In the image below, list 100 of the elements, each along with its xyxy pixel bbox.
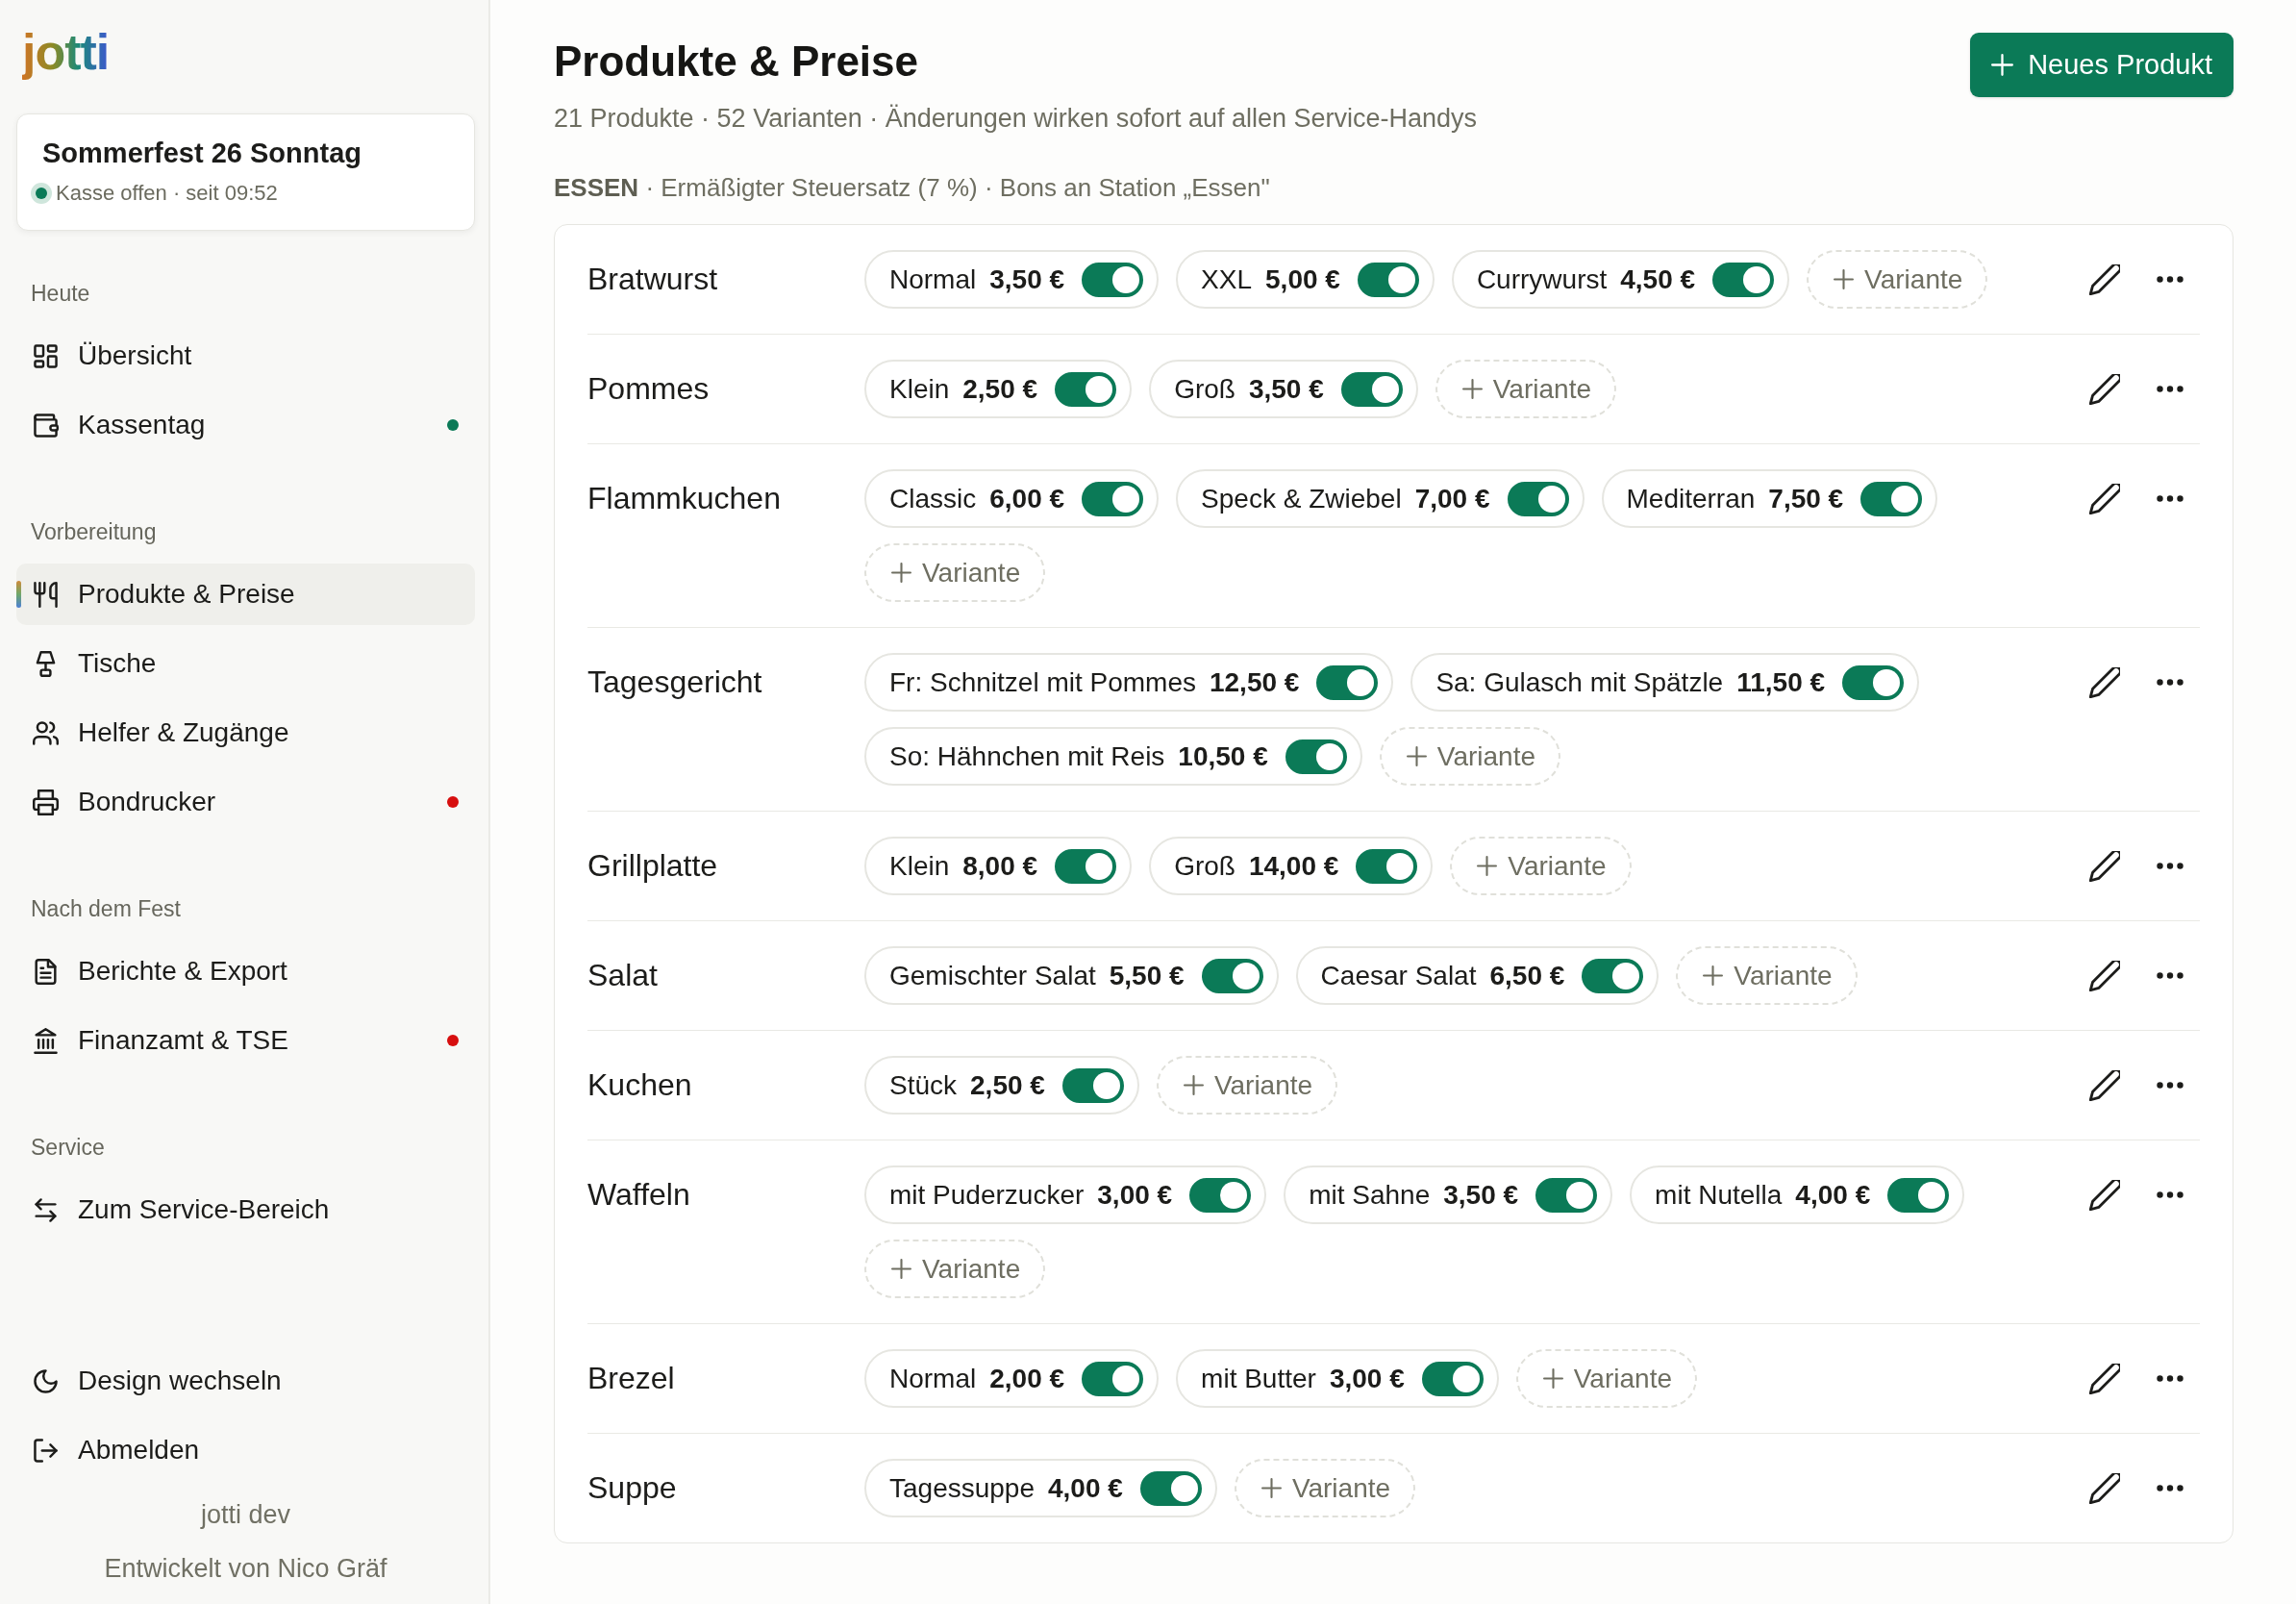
add-variant-button[interactable]: Variante bbox=[1379, 727, 1560, 786]
toggle-switch[interactable] bbox=[1082, 1361, 1144, 1396]
toggle-switch[interactable] bbox=[1061, 1067, 1124, 1103]
pencil-icon[interactable] bbox=[2089, 1069, 2120, 1101]
nav-item[interactable]: Übersicht bbox=[16, 325, 475, 387]
toggle-switch[interactable] bbox=[1860, 481, 1923, 516]
dashboard-icon bbox=[33, 342, 59, 369]
toggle-switch[interactable] bbox=[1712, 262, 1775, 297]
pencil-icon[interactable] bbox=[2089, 1179, 2120, 1211]
nav-item[interactable]: Tische bbox=[16, 633, 475, 694]
variant-name: Currywurst bbox=[1476, 263, 1608, 295]
toggle-switch[interactable] bbox=[1357, 262, 1419, 297]
add-variant-button[interactable]: Variante bbox=[1676, 946, 1858, 1005]
add-variant-button[interactable]: Variante bbox=[1156, 1056, 1338, 1115]
variant-name: Normal bbox=[889, 263, 977, 295]
variant-price: 2,50 € bbox=[962, 373, 1038, 405]
wallet-icon bbox=[33, 412, 59, 439]
variant-name: So: Hähnchen mit Reis bbox=[889, 740, 1165, 772]
fork-knife-icon bbox=[33, 581, 59, 608]
moon-icon bbox=[33, 1367, 59, 1394]
document-icon bbox=[33, 958, 59, 985]
more-icon[interactable] bbox=[2157, 386, 2184, 392]
toggle-switch[interactable] bbox=[1535, 1177, 1598, 1213]
variant-name: Groß bbox=[1174, 373, 1235, 405]
plus-icon bbox=[1542, 1368, 1563, 1389]
variant-name: Stück bbox=[889, 1069, 958, 1101]
page-subtitle: 21 Produkte · 52 Varianten · Änderungen wirken sofort auf allen Service-Handys bbox=[554, 103, 1478, 135]
toggle-switch[interactable] bbox=[1356, 848, 1418, 884]
nav-item[interactable]: Berichte & Export bbox=[16, 940, 475, 1002]
nav-item[interactable]: Design wechseln bbox=[16, 1350, 475, 1412]
toggle-switch[interactable] bbox=[1507, 481, 1569, 516]
toggle-switch[interactable] bbox=[1082, 262, 1144, 297]
pencil-icon[interactable] bbox=[2089, 1472, 2120, 1504]
toggle-switch[interactable] bbox=[1189, 1177, 1252, 1213]
pencil-icon[interactable] bbox=[2089, 960, 2120, 991]
more-icon[interactable] bbox=[2157, 276, 2184, 283]
printer-icon bbox=[33, 789, 59, 815]
variant-name: mit Puderzucker bbox=[889, 1179, 1085, 1211]
nav-item[interactable]: Bondrucker bbox=[16, 771, 475, 833]
variant-price: 2,00 € bbox=[989, 1363, 1065, 1394]
variant-price: 8,00 € bbox=[962, 850, 1038, 882]
toggle-switch[interactable] bbox=[1842, 664, 1905, 700]
variant-name: mit Sahne bbox=[1309, 1179, 1431, 1211]
product-name: Flammkuchen bbox=[587, 480, 782, 517]
plus-icon bbox=[1991, 54, 2014, 76]
pencil-icon[interactable] bbox=[2089, 666, 2120, 698]
toggle-switch[interactable] bbox=[1082, 481, 1144, 516]
pencil-icon[interactable] bbox=[2089, 373, 2120, 405]
product-name: Tagesgericht bbox=[587, 664, 763, 701]
pencil-icon[interactable] bbox=[2089, 1363, 2120, 1394]
pencil-icon[interactable] bbox=[2089, 263, 2120, 295]
add-variant-button[interactable]: Variante bbox=[864, 543, 1046, 602]
toggle-switch[interactable] bbox=[1055, 371, 1117, 407]
add-variant-button[interactable]: Variante bbox=[1807, 250, 1988, 309]
new-product-button[interactable]: Neues Produkt bbox=[1970, 33, 2234, 97]
more-icon[interactable] bbox=[2157, 1375, 2184, 1382]
toggle-switch[interactable] bbox=[1285, 739, 1347, 774]
pencil-icon[interactable] bbox=[2089, 850, 2120, 882]
variant-name: Tagessuppe bbox=[889, 1472, 1035, 1504]
credit-text: Entwickelt von Nico Gräf bbox=[104, 1553, 387, 1585]
toggle-switch[interactable] bbox=[1887, 1177, 1950, 1213]
variant-name: XXL bbox=[1201, 263, 1253, 295]
bank-icon bbox=[33, 1027, 59, 1054]
nav-item[interactable]: Helfer & Zugänge bbox=[16, 702, 475, 764]
add-variant-button[interactable]: Variante bbox=[1450, 837, 1632, 895]
pencil-icon[interactable] bbox=[2089, 483, 2120, 514]
more-icon[interactable] bbox=[2157, 1082, 2184, 1089]
toggle-switch[interactable] bbox=[1340, 371, 1403, 407]
more-icon[interactable] bbox=[2157, 972, 2184, 979]
nav-item[interactable]: Kassentag bbox=[16, 394, 475, 456]
variant-price: 4,00 € bbox=[1795, 1179, 1871, 1211]
nav-item[interactable]: Abmelden bbox=[16, 1419, 475, 1481]
toggle-switch[interactable] bbox=[1316, 664, 1379, 700]
variant-name: Groß bbox=[1174, 850, 1235, 882]
nav-item[interactable]: Produkte & Preise bbox=[16, 564, 475, 625]
add-variant-button[interactable]: Variante bbox=[1234, 1459, 1416, 1517]
variant-name: Fr: Schnitzel mit Pommes bbox=[889, 666, 1196, 698]
more-icon[interactable] bbox=[2157, 863, 2184, 869]
nav-item[interactable]: Zum Service-Bereich bbox=[16, 1179, 475, 1241]
plus-icon bbox=[1703, 965, 1724, 986]
add-variant-button[interactable]: Variante bbox=[864, 1240, 1046, 1298]
variant-price: 6,50 € bbox=[1489, 960, 1565, 991]
event-status: Kasse offen · seit 09:52 bbox=[56, 180, 278, 207]
toggle-switch[interactable] bbox=[1421, 1361, 1484, 1396]
section-label: Vorbereitung bbox=[30, 518, 158, 546]
more-icon[interactable] bbox=[2157, 1485, 2184, 1491]
add-variant-button[interactable]: Variante bbox=[1515, 1349, 1697, 1408]
toggle-switch[interactable] bbox=[1201, 958, 1263, 993]
product-name: Kuchen bbox=[587, 1066, 693, 1104]
toggle-switch[interactable] bbox=[1055, 848, 1117, 884]
section-label: Service bbox=[30, 1134, 106, 1162]
nav-item[interactable]: Finanzamt & TSE bbox=[16, 1010, 475, 1071]
more-icon[interactable] bbox=[2157, 679, 2184, 686]
toggle-switch[interactable] bbox=[1139, 1470, 1202, 1506]
more-icon[interactable] bbox=[2157, 495, 2184, 502]
toggle-switch[interactable] bbox=[1582, 958, 1644, 993]
variant-price: 14,00 € bbox=[1248, 850, 1339, 882]
product-name: Salat bbox=[587, 957, 659, 994]
more-icon[interactable] bbox=[2157, 1191, 2184, 1198]
add-variant-button[interactable]: Variante bbox=[1435, 360, 1616, 418]
